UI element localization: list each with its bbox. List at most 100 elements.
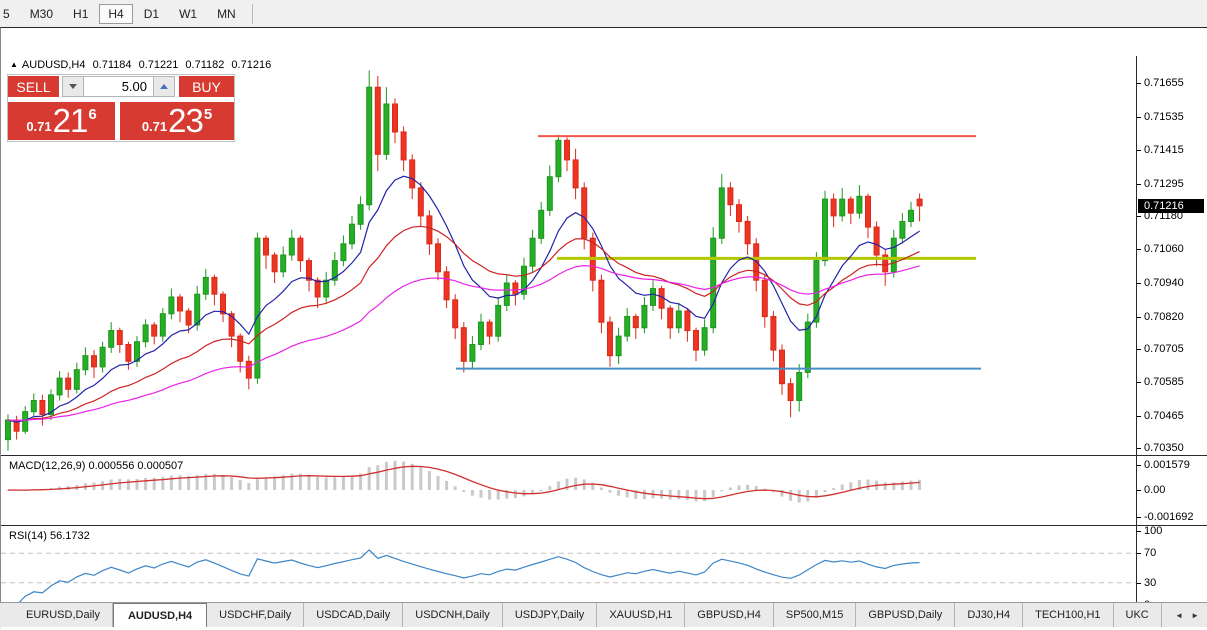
candle-body (787, 383, 794, 402)
candle-body (435, 243, 441, 273)
sell-button[interactable]: SELL (8, 76, 59, 97)
macd-histogram-bar (789, 490, 793, 501)
candle-body (615, 335, 622, 357)
price-axis[interactable]: 0.71655 0.71535 0.71415 0.71295 0.71180 0.710… (1136, 56, 1207, 611)
timeframe-button-5[interactable]: 5 (0, 4, 19, 24)
chart-tab-usdcad[interactable]: USDCAD,Daily (304, 603, 404, 627)
buy-price[interactable]: 0.71 23 5 (120, 102, 234, 140)
candle-body (460, 327, 467, 362)
macd-histogram-bar (694, 490, 698, 502)
candle-body (91, 355, 97, 368)
timeframe-button-w1[interactable]: W1 (170, 4, 206, 24)
candle-body (392, 103, 398, 133)
candle-body (151, 324, 158, 337)
sell-price-pip: 6 (88, 106, 97, 123)
candle-body (736, 204, 742, 222)
candle-body (202, 276, 209, 295)
candle-body (56, 377, 63, 396)
chart-tab-gbpusd[interactable]: GBPUSD,Daily (856, 603, 956, 627)
candle-body (873, 226, 880, 256)
timeframe-button-d1[interactable]: D1 (135, 4, 168, 24)
candle-body (374, 86, 381, 155)
candle-body (82, 355, 89, 371)
candle-body (211, 276, 218, 295)
volume-increase-button[interactable] (153, 76, 175, 97)
macd-histogram-bar (238, 479, 242, 490)
triangle-down-icon (69, 84, 77, 89)
current-price-label: 0.71216 (1138, 198, 1204, 213)
sell-price[interactable]: 0.71 21 6 (8, 102, 115, 140)
volume-input[interactable] (84, 76, 153, 97)
macd-histogram-bar (324, 477, 328, 490)
rsi-pane: RSI(14) 56.1732 (1, 527, 1136, 608)
macd-histogram-bar (453, 486, 457, 490)
macd-histogram-bar (892, 482, 896, 490)
chart-tab-dj30[interactable]: DJ30,H4 (955, 603, 1024, 627)
macd-histogram-bar (720, 490, 724, 492)
pane-separator (1, 455, 1207, 456)
candle-body (478, 321, 484, 346)
macd-histogram-bar (427, 471, 431, 490)
tab-scroll-right-icon[interactable]: ► (1191, 611, 1199, 620)
chart-tab-ukc[interactable]: UKC (1114, 603, 1162, 627)
macd-histogram-bar (135, 478, 139, 490)
chart-tab-tech100[interactable]: TECH100,H1 (1023, 603, 1114, 627)
chart-tab-usdjpy[interactable]: USDJPY,Daily (503, 603, 598, 627)
tab-scroll-arrows: ◄ ► (1175, 603, 1207, 627)
candle-body (822, 198, 828, 262)
candle-body (314, 279, 321, 298)
macd-histogram-bar (341, 476, 345, 490)
chart-tab-audusd[interactable]: AUDUSD,H4 (112, 603, 208, 627)
macd-histogram-bar (625, 490, 629, 498)
candle-body (675, 310, 682, 329)
candle-body (194, 293, 201, 326)
chart-tab-xauusd[interactable]: XAUUSD,H1 (597, 603, 686, 627)
candle-body (22, 411, 29, 432)
timeframe-button-h4[interactable]: H4 (99, 3, 133, 24)
chart-tab-usdcnh[interactable]: USDCNH,Daily (403, 603, 503, 627)
price-axis-label: 0.71295 (1144, 177, 1184, 190)
rsi-label: RSI(14) 56.1732 (9, 530, 90, 542)
volume-decrease-button[interactable] (62, 76, 84, 97)
macd-histogram-bar (746, 484, 750, 490)
macd-histogram-bar (703, 490, 707, 502)
buy-button[interactable]: BUY (179, 76, 234, 97)
macd-histogram-bar (797, 490, 801, 503)
macd-histogram-bar (883, 482, 887, 490)
macd-axis-label: 0.001579 (1144, 458, 1190, 471)
macd-histogram-bar (918, 479, 922, 490)
candle-body (744, 220, 751, 245)
macd-histogram-bar (470, 490, 474, 496)
macd-histogram-bar (118, 478, 122, 490)
macd-histogram-bar (247, 483, 251, 490)
buy-price-prefix: 0.71 (141, 118, 168, 134)
macd-axis-tick (1137, 464, 1141, 466)
timeframe-button-m30[interactable]: M30 (21, 4, 62, 24)
rsi-line (16, 549, 920, 606)
price-axis-label: 0.70940 (1144, 276, 1184, 289)
candle-body (908, 209, 914, 223)
candle-body (830, 198, 837, 217)
chart-tab-eurusd[interactable]: EURUSD,Daily (14, 603, 113, 627)
candle-body (168, 296, 175, 315)
chart-tab-usdchf[interactable]: USDCHF,Daily (207, 603, 305, 627)
tab-scroll-left-icon[interactable]: ◄ (1175, 611, 1183, 620)
macd-histogram-bar (419, 467, 423, 490)
fast-ma (7, 175, 920, 423)
macd-histogram-bar (513, 490, 517, 499)
candle-body (73, 369, 80, 390)
macd-histogram-bar (462, 490, 466, 492)
chart-tab-sp500[interactable]: SP500,M15 (774, 603, 857, 627)
macd-histogram-bar (548, 486, 552, 490)
candle-body (796, 372, 803, 401)
macd-histogram-bar (273, 476, 277, 490)
timeframe-button-mn[interactable]: MN (208, 4, 245, 24)
candle-body (632, 316, 639, 329)
candle-body (581, 187, 588, 239)
candle-body (503, 282, 510, 306)
timeframe-button-h1[interactable]: H1 (64, 4, 97, 24)
macd-histogram-bar (900, 481, 904, 490)
chart-tab-gbpusd[interactable]: GBPUSD,H4 (685, 603, 774, 627)
candle-body (779, 349, 785, 385)
macd-histogram-bar (866, 479, 870, 490)
